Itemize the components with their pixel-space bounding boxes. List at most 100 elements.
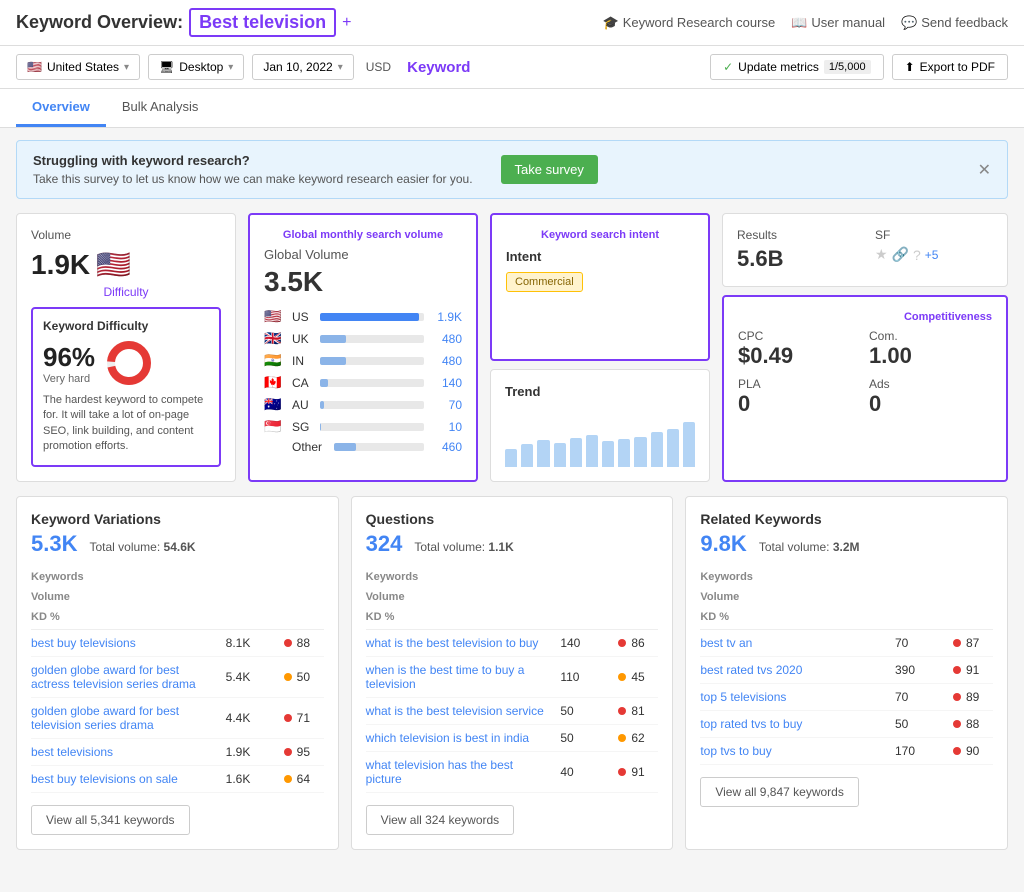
toolbar-actions: ✓ Update metrics 1/5,000 ⬆ Export to PDF (710, 54, 1008, 80)
keyword-link[interactable]: when is the best time to buy a televisio… (366, 663, 553, 691)
related-keywords-card: Related Keywords 9.8K Total volume: 3.2M… (685, 496, 1008, 850)
keyword-link[interactable]: best tv an (700, 636, 887, 650)
country-flag: 🇺🇸 (96, 248, 131, 281)
book-icon: 📖 (791, 15, 807, 31)
take-survey-button[interactable]: Take survey (501, 155, 598, 184)
toolbar-filters: 🇺🇸 United States ▾ 🖥 Desktop ▾ Jan 10, 2… (16, 54, 470, 80)
table-row: top tvs to buy 170 90 (700, 738, 993, 765)
top-bar: Keyword Overview: Best television + 🎓 Ke… (0, 0, 1024, 46)
currency-label: USD (366, 60, 391, 74)
keyword-link[interactable]: best rated tvs 2020 (700, 663, 887, 677)
page-title-prefix: Keyword Overview: (16, 12, 183, 33)
com-item: Com. 1.00 (869, 329, 992, 369)
keyword-link[interactable]: top rated tvs to buy (700, 717, 887, 731)
competitiveness-card: Competitiveness CPC $0.49 Com. 1.00 PLA … (722, 295, 1008, 482)
volume-kd-card: Volume 1.9K 🇺🇸 Difficulty Keyword Diffic… (16, 213, 236, 482)
trend-bar (634, 437, 646, 467)
keyword-link[interactable]: what television has the best picture (366, 758, 553, 786)
table-row: top rated tvs to buy 50 88 (700, 711, 993, 738)
trend-chart (505, 407, 695, 467)
keyword-link[interactable]: golden globe award for best actress tele… (31, 663, 218, 691)
ads-label: Ads (869, 377, 992, 391)
device-filter[interactable]: 🖥 Desktop ▾ (148, 54, 244, 80)
date-filter[interactable]: Jan 10, 2022 ▾ (252, 54, 353, 80)
trend-bar (554, 443, 566, 467)
tab-overview[interactable]: Overview (16, 89, 106, 127)
trend-bar (683, 422, 695, 467)
kd-dot-red (618, 768, 626, 776)
table-row: best tv an 70 87 (700, 630, 993, 657)
table-row: which television is best in india 50 62 (366, 725, 659, 752)
keyword-link[interactable]: which television is best in india (366, 731, 553, 745)
keyword-link[interactable]: what is the best television to buy (366, 636, 553, 650)
intent-trend-col: Keyword search intent Intent Commercial … (490, 213, 710, 482)
q-count: 324 (366, 531, 403, 557)
table-row: best buy televisions on sale 1.6K 64 (31, 766, 324, 793)
trend-label: Trend (505, 384, 695, 399)
keyword-link[interactable]: best buy televisions (31, 636, 218, 650)
q-total-label: Total volume: 1.1K (414, 540, 513, 554)
rk-count: 9.8K (700, 531, 746, 557)
view-all-related-button[interactable]: View all 9,847 keywords (700, 777, 859, 807)
star-icon: ★ (875, 246, 888, 263)
table-row: best buy televisions 8.1K 88 (31, 630, 324, 657)
course-link[interactable]: 🎓 Keyword Research course (603, 15, 776, 31)
kd-dot-red (953, 747, 961, 755)
country-filter[interactable]: 🇺🇸 United States ▾ (16, 54, 140, 80)
chevron-down-icon: ▾ (338, 62, 343, 73)
manual-link[interactable]: 📖 User manual (791, 15, 885, 31)
keyword-link[interactable]: top tvs to buy (700, 744, 887, 758)
trend-bar (570, 438, 582, 467)
keyword-link[interactable]: best buy televisions on sale (31, 772, 218, 786)
questions-card: Questions 324 Total volume: 1.1K Keyword… (351, 496, 674, 850)
trend-bar (521, 444, 533, 467)
global-volume-card: Global monthly search volume Global Volu… (248, 213, 478, 482)
results-col: Results 5.6B (737, 228, 855, 272)
cpc-item: CPC $0.49 (738, 329, 861, 369)
table-row: golden globe award for best actress tele… (31, 657, 324, 698)
kv-count-section: 5.3K Total volume: 54.6K (31, 531, 324, 557)
survey-text: Struggling with keyword research? Take t… (33, 153, 473, 186)
q-table-header: Keywords Volume KD % (366, 565, 659, 630)
add-keyword-icon[interactable]: + (342, 14, 351, 32)
trend-bar (651, 432, 663, 467)
kv-table-body: best buy televisions 8.1K 88 golden glob… (31, 630, 324, 793)
sf-plus-button[interactable]: +5 (925, 248, 939, 262)
kd-dot-orange (284, 673, 292, 681)
feedback-link[interactable]: 💬 Send feedback (901, 15, 1008, 31)
keyword-highlight[interactable]: Best television (189, 8, 336, 37)
sf-col: SF ★ 🔗 ? +5 (875, 228, 993, 272)
toolbar: 🇺🇸 United States ▾ 🖥 Desktop ▾ Jan 10, 2… (0, 46, 1024, 89)
top-right-links: 🎓 Keyword Research course 📖 User manual … (603, 15, 1008, 31)
country-row-au: 🇦🇺 AU 70 (264, 396, 462, 413)
table-row: what is the best television service 50 8… (366, 698, 659, 725)
kd-section: Keyword Difficulty 96% Very hard The har… (31, 307, 221, 467)
view-all-questions-button[interactable]: View all 324 keywords (366, 805, 515, 835)
flag-icon: 🇺🇸 (27, 60, 42, 74)
country-row-us: 🇺🇸 US 1.9K (264, 308, 462, 325)
results-value: 5.6B (737, 246, 855, 272)
country-row-ca: 🇨🇦 CA 140 (264, 374, 462, 391)
keyword-link[interactable]: best televisions (31, 745, 218, 759)
kd-dot-orange (618, 734, 626, 742)
kd-dot-red (284, 748, 292, 756)
view-all-kv-button[interactable]: View all 5,341 keywords (31, 805, 190, 835)
close-banner-button[interactable]: ✕ (978, 160, 991, 180)
table-row: best rated tvs 2020 390 91 (700, 657, 993, 684)
q-table-body: what is the best television to buy 140 8… (366, 630, 659, 793)
kd-dot-red (953, 639, 961, 647)
tabs-bar: Overview Bulk Analysis (0, 89, 1024, 128)
update-metrics-button[interactable]: ✓ Update metrics 1/5,000 (710, 54, 883, 80)
export-pdf-button[interactable]: ⬆ Export to PDF (892, 54, 1008, 80)
kd-dot-red (953, 666, 961, 674)
keyword-link[interactable]: what is the best television service (366, 704, 553, 718)
tab-bulk-analysis[interactable]: Bulk Analysis (106, 89, 215, 127)
keyword-link[interactable]: top 5 televisions (700, 690, 887, 704)
rk-count-section: 9.8K Total volume: 3.2M (700, 531, 993, 557)
rk-table-header: Keywords Volume KD % (700, 565, 993, 630)
results-comp-col: Results 5.6B SF ★ 🔗 ? +5 (722, 213, 1008, 482)
ads-value: 0 (869, 391, 992, 417)
keyword-link[interactable]: golden globe award for best television s… (31, 704, 218, 732)
table-row: best televisions 1.9K 95 (31, 739, 324, 766)
com-value: 1.00 (869, 343, 992, 369)
